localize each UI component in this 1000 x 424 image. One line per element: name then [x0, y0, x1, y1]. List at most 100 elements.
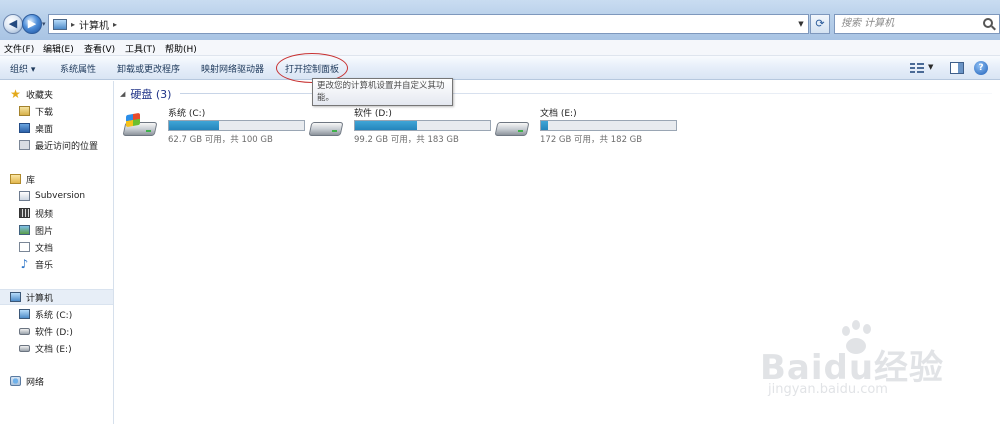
sidebar-item-drive-d[interactable]: 软件 (D:) — [19, 323, 132, 339]
drive-name: 文档 (E:) — [540, 109, 577, 119]
recent-pages-dropdown[interactable]: ▾ — [42, 20, 46, 28]
watermark-url: jingyan.baidu.com — [768, 382, 888, 397]
drive-name: 系统 (C:) — [168, 109, 206, 119]
sidebar-item-label: 库 — [26, 175, 36, 186]
sidebar-item-libraries[interactable]: 库 — [10, 171, 123, 187]
open-control-panel-button[interactable]: 打开控制面板 — [285, 62, 339, 75]
back-button[interactable]: ◀ — [3, 14, 23, 34]
breadcrumb-arrow-icon[interactable]: ▸ — [113, 20, 117, 29]
system-drive-icon — [122, 112, 158, 140]
drive-icon — [19, 344, 30, 352]
sidebar-item-label: 计算机 — [26, 293, 54, 304]
drive-usage-bar — [168, 120, 305, 131]
group-title: 硬盘 (3) — [130, 88, 172, 101]
view-dropdown-icon[interactable]: ▼ — [928, 63, 933, 71]
refresh-button[interactable]: ⟳ — [810, 14, 830, 34]
menu-file[interactable]: 文件(F) — [4, 42, 34, 55]
drive-usage-bar — [354, 120, 491, 131]
drive-tile-e[interactable]: 文档 (E:) 172 GB 可用，共 182 GB — [494, 106, 684, 146]
sidebar-item-label: 文档 (E:) — [35, 344, 72, 355]
forward-button[interactable]: ▶ — [22, 14, 42, 34]
search-icon[interactable] — [983, 18, 993, 28]
drive-name: 软件 (D:) — [354, 109, 392, 119]
drive-free-space: 172 GB 可用，共 182 GB — [540, 135, 643, 145]
network-icon — [10, 376, 21, 386]
subversion-library-icon — [19, 191, 30, 201]
watermark-brand: Baidu经验 — [760, 348, 945, 388]
drive-tile-d[interactable]: 软件 (D:) 99.2 GB 可用，共 183 GB — [308, 106, 498, 146]
sidebar-item-label: Subversion — [35, 191, 86, 201]
breadcrumb-computer[interactable]: 计算机 — [79, 17, 109, 32]
collapse-arrow-icon[interactable]: ◢ — [120, 90, 125, 98]
menu-tools[interactable]: 工具(T) — [125, 42, 156, 55]
menu-bar: 文件(F) 编辑(E) 查看(V) 工具(T) 帮助(H) — [0, 40, 1000, 56]
title-bar: ◀ ▶ ▾ ▸ 计算机 ▸ ▼ ⟳ 搜索 计算机 — [0, 0, 1000, 40]
sidebar-item-recent-places[interactable]: 最近访问的位置 — [19, 137, 132, 153]
address-dropdown-icon[interactable]: ▼ — [794, 15, 808, 33]
change-view-icon[interactable] — [910, 62, 924, 74]
organize-button[interactable]: 组织 ▾ — [10, 62, 35, 75]
map-network-drive-button[interactable]: 映射网络驱动器 — [201, 62, 264, 75]
drive-usage-fill — [169, 121, 220, 130]
sidebar-item-label: 下载 — [35, 107, 54, 118]
sidebar-item-label: 网络 — [26, 377, 45, 388]
sidebar-item-label: 最近访问的位置 — [35, 141, 99, 152]
sidebar-item-drive-c[interactable]: 系统 (C:) — [19, 306, 132, 322]
sidebar-item-desktop[interactable]: 桌面 — [19, 120, 132, 136]
sidebar-item-pictures[interactable]: 图片 — [19, 222, 132, 238]
music-note-icon: ♪ — [20, 257, 29, 271]
group-divider — [180, 93, 992, 94]
drive-icon — [308, 114, 344, 140]
sidebar-item-favorites[interactable]: ★ 收藏夹 — [10, 86, 123, 102]
desktop-icon — [19, 123, 30, 133]
menu-help[interactable]: 帮助(H) — [165, 42, 197, 55]
breadcrumb-separator-icon[interactable]: ▸ — [71, 20, 75, 29]
drive-usage-bar — [540, 120, 677, 131]
sidebar-item-label: 系统 (C:) — [35, 310, 73, 321]
uninstall-program-button[interactable]: 卸载或更改程序 — [117, 62, 180, 75]
search-input[interactable]: 搜索 计算机 — [834, 14, 1000, 34]
command-bar: 组织 ▾ 系统属性 卸载或更改程序 映射网络驱动器 打开控制面板 ▼ ? — [0, 56, 1000, 80]
computer-icon — [10, 292, 21, 302]
address-bar[interactable]: ▸ 计算机 ▸ ▼ — [48, 14, 809, 34]
menu-edit[interactable]: 编辑(E) — [43, 42, 74, 55]
navigation-pane: ★ 收藏夹 下载 桌面 最近访问的位置 库 Subversion 视频 图片 文… — [0, 81, 114, 424]
sidebar-item-label: 音乐 — [35, 260, 54, 271]
downloads-folder-icon — [19, 106, 30, 116]
video-library-icon — [19, 208, 30, 218]
picture-library-icon — [19, 225, 30, 235]
sidebar-item-music[interactable]: ♪ 音乐 — [19, 256, 132, 272]
sidebar-item-label: 图片 — [35, 226, 54, 237]
sidebar-item-computer[interactable]: 计算机 — [0, 289, 113, 305]
star-icon: ★ — [10, 87, 21, 101]
computer-icon — [53, 18, 67, 30]
drive-icon — [494, 114, 530, 140]
sidebar-item-subversion[interactable]: Subversion — [19, 188, 132, 204]
sidebar-item-documents[interactable]: 文档 — [19, 239, 132, 255]
paw-logo-icon — [838, 320, 878, 364]
sidebar-item-label: 桌面 — [35, 124, 54, 135]
recent-places-icon — [19, 140, 30, 150]
preview-pane-icon[interactable] — [950, 62, 964, 74]
sidebar-item-drive-e[interactable]: 文档 (E:) — [19, 340, 132, 356]
sidebar-item-label: 收藏夹 — [26, 90, 54, 101]
drive-free-space: 99.2 GB 可用，共 183 GB — [354, 135, 459, 145]
help-icon[interactable]: ? — [974, 61, 988, 75]
search-placeholder: 搜索 计算机 — [841, 18, 895, 29]
control-panel-tooltip: 更改您的计算机设置并自定义其功能。 — [312, 78, 453, 106]
system-drive-icon — [19, 309, 30, 319]
document-library-icon — [19, 242, 30, 252]
hard-disk-group-header[interactable]: ◢ 硬盘 (3) — [120, 86, 171, 102]
sidebar-item-videos[interactable]: 视频 — [19, 205, 132, 221]
drive-tile-c[interactable]: 系统 (C:) 62.7 GB 可用，共 100 GB — [122, 106, 312, 146]
drive-free-space: 62.7 GB 可用，共 100 GB — [168, 135, 273, 145]
sidebar-item-downloads[interactable]: 下载 — [19, 103, 132, 119]
menu-view[interactable]: 查看(V) — [84, 42, 115, 55]
drive-icon — [19, 327, 30, 335]
baidu-jingyan-watermark: Baidu经验 jingyan.baidu.com — [760, 320, 992, 424]
system-properties-button[interactable]: 系统属性 — [60, 62, 96, 75]
sidebar-item-network[interactable]: 网络 — [10, 373, 123, 389]
sidebar-item-label: 视频 — [35, 209, 54, 220]
sidebar-item-label: 软件 (D:) — [35, 327, 73, 338]
drive-usage-fill — [355, 121, 417, 130]
